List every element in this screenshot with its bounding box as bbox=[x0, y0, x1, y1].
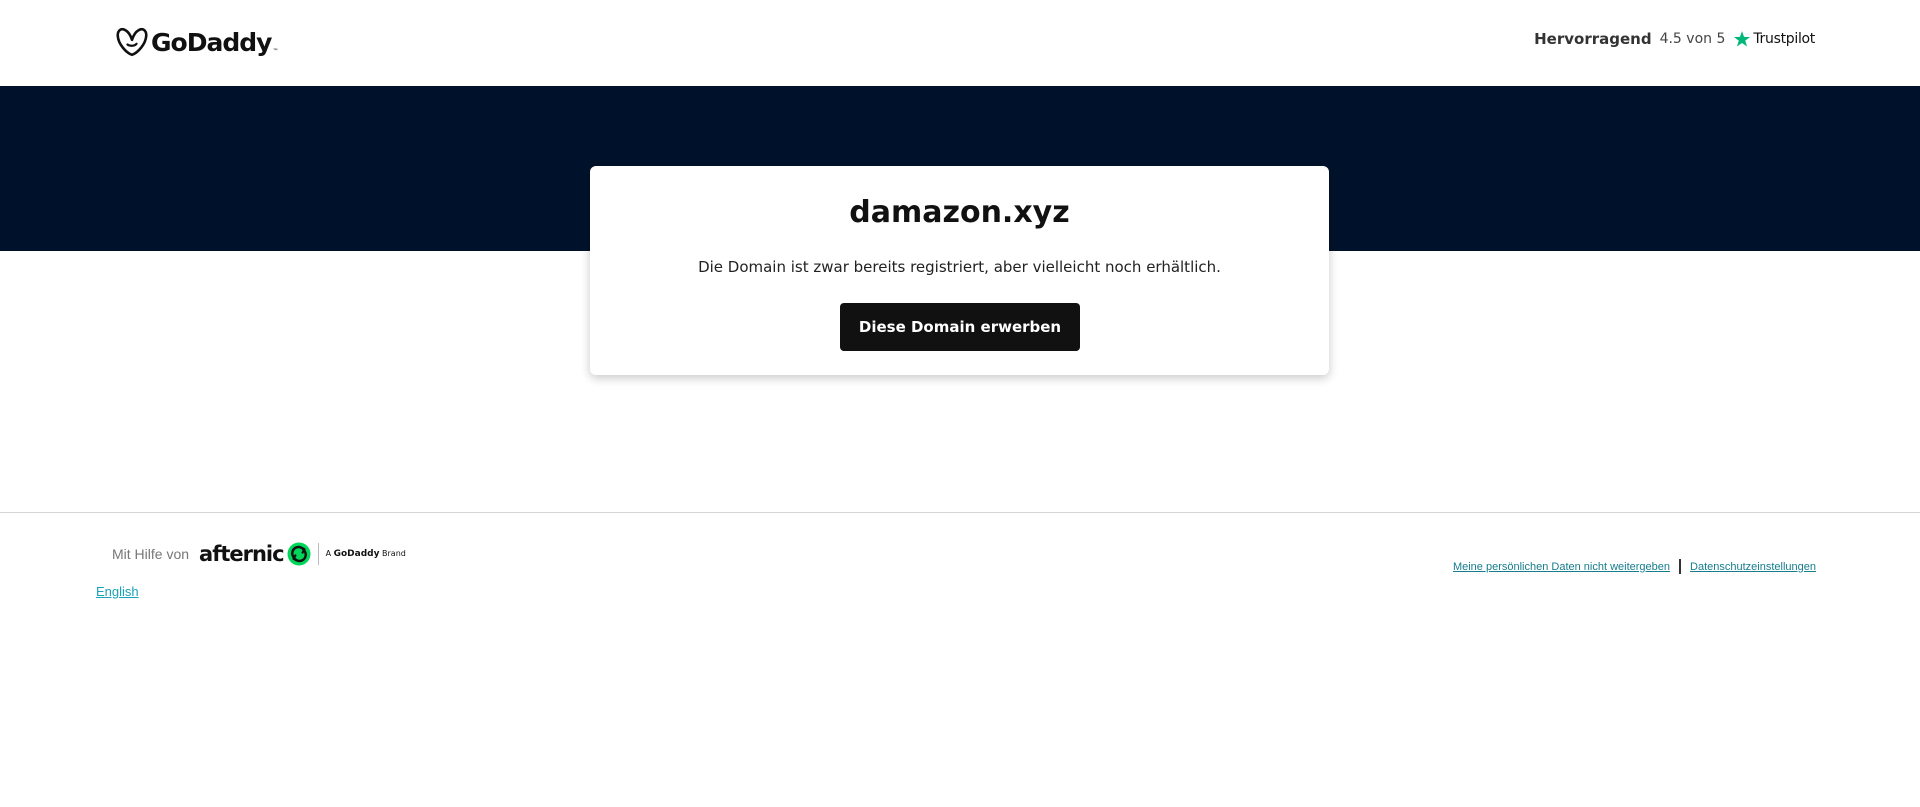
brand-tag-name: GoDaddy bbox=[333, 549, 380, 559]
domain-card: damazon.xyz Die Domain ist zwar bereits … bbox=[590, 166, 1329, 375]
brand-divider bbox=[317, 543, 319, 565]
godaddy-brand-tag: A GoDaddy Brand bbox=[326, 549, 406, 559]
trustpilot-wordmark: Trustpilot bbox=[1753, 31, 1815, 47]
afternic-logo-icon bbox=[287, 542, 311, 566]
trademark-symbol: ™ bbox=[272, 48, 279, 55]
footer-divider bbox=[0, 512, 1920, 513]
trustpilot-rating[interactable]: Hervorragend 4.5 von 5 Trustpilot bbox=[1534, 30, 1815, 48]
rating-score: 4.5 von 5 bbox=[1659, 31, 1726, 47]
site-header: GoDaddy ™ Hervorragend 4.5 von 5 Trustpi… bbox=[0, 0, 1920, 86]
domain-name: damazon.xyz bbox=[849, 195, 1070, 230]
godaddy-heart-icon bbox=[116, 27, 148, 57]
afternic-wordmark: afternic bbox=[199, 542, 285, 566]
legal-links: Meine persönlichen Daten nicht weitergeb… bbox=[1453, 559, 1816, 574]
powered-by-label: Mit Hilfe von bbox=[112, 546, 190, 562]
godaddy-logo[interactable]: GoDaddy ™ bbox=[116, 27, 278, 57]
buy-domain-button[interactable]: Diese Domain erwerben bbox=[840, 303, 1080, 351]
domain-status-text: Die Domain ist zwar bereits registriert,… bbox=[698, 258, 1221, 276]
powered-by: Mit Hilfe von afternic A GoDaddy Brand bbox=[112, 542, 406, 566]
trustpilot-star-icon bbox=[1733, 30, 1751, 48]
logo-wordmark: GoDaddy bbox=[151, 27, 272, 57]
legal-separator bbox=[1679, 559, 1682, 574]
brand-tag-prefix: A bbox=[325, 549, 332, 558]
brand-tag-suffix: Brand bbox=[382, 549, 406, 558]
do-not-sell-link[interactable]: Meine persönlichen Daten nicht weitergeb… bbox=[1453, 561, 1670, 573]
language-link-english[interactable]: English bbox=[96, 584, 139, 599]
privacy-settings-link[interactable]: Datenschutzeinstellungen bbox=[1690, 561, 1816, 573]
rating-label: Hervorragend bbox=[1534, 30, 1652, 48]
